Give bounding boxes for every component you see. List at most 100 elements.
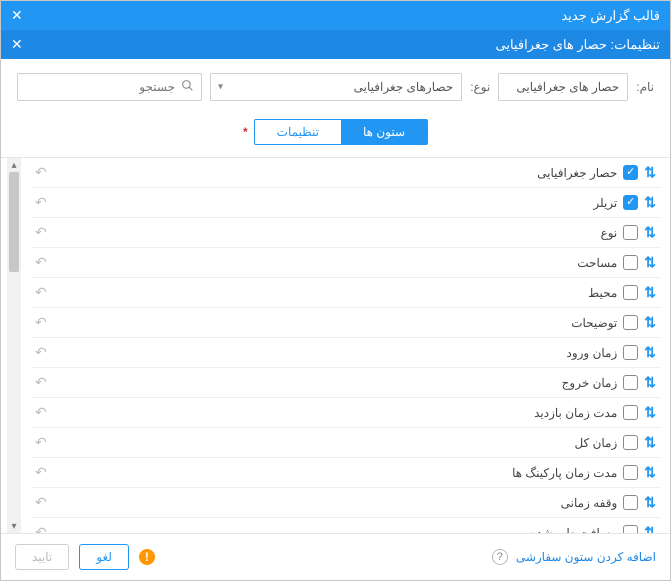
name-input[interactable]: [498, 73, 628, 101]
form-row: نام: نوع: حصارهای جغرافیایی ▾: [1, 59, 670, 111]
close-icon[interactable]: ✕: [11, 7, 23, 24]
column-checkbox[interactable]: [623, 405, 638, 420]
modal-titlebar: قالب گزارش جدید ✕: [1, 1, 670, 30]
drag-handle-icon[interactable]: ⇅: [644, 254, 656, 271]
column-checkbox[interactable]: [623, 495, 638, 510]
tab-columns[interactable]: ستون ها: [341, 120, 427, 144]
column-row: ⇅ مساحت ↶: [31, 248, 660, 278]
undo-icon[interactable]: ↶: [35, 344, 47, 361]
close-settings-icon[interactable]: ✕: [11, 36, 23, 53]
drag-handle-icon[interactable]: ⇅: [644, 374, 656, 391]
scroll-down-icon[interactable]: ▾: [7, 519, 21, 533]
type-label: نوع:: [470, 80, 490, 94]
search-icon: [181, 79, 194, 95]
cancel-button[interactable]: لغو: [79, 544, 129, 570]
search-input[interactable]: [17, 73, 202, 101]
drag-handle-icon[interactable]: ⇅: [644, 524, 656, 533]
columns-list: ⇅ حصار جغرافیایی ↶ ⇅ تریلر ↶ ⇅ نوع ↶ ⇅ مساحت ↶ ⇅ محیط…: [23, 158, 668, 533]
column-label: زمان ورود: [567, 346, 618, 360]
column-label: حصار جغرافیایی: [537, 166, 617, 180]
drag-handle-icon[interactable]: ⇅: [644, 344, 656, 361]
column-row: ⇅ حصار جغرافیایی ↶: [31, 158, 660, 188]
columns-area: ⇅ حصار جغرافیایی ↶ ⇅ تریلر ↶ ⇅ نوع ↶ ⇅ مساحت ↶ ⇅ محیط…: [1, 157, 670, 533]
drag-handle-icon[interactable]: ⇅: [644, 494, 656, 511]
column-row: ⇅ مدت زمان پارکینگ ها ↶: [31, 458, 660, 488]
required-indicator: *: [243, 125, 248, 139]
column-row: ⇅ تریلر ↶: [31, 188, 660, 218]
column-label: محیط: [588, 286, 617, 300]
column-checkbox[interactable]: [623, 165, 638, 180]
drag-handle-icon[interactable]: ⇅: [644, 224, 656, 241]
drag-handle-icon[interactable]: ⇅: [644, 284, 656, 301]
tab-group: ستون ها تنظیمات: [254, 119, 428, 145]
footer-left: ! لغو تایید: [15, 544, 155, 570]
column-checkbox[interactable]: [623, 435, 638, 450]
undo-icon[interactable]: ↶: [35, 434, 47, 451]
scroll-thumb[interactable]: [9, 172, 19, 272]
undo-icon[interactable]: ↶: [35, 254, 47, 271]
confirm-button[interactable]: تایید: [15, 544, 69, 570]
column-row: ⇅ محیط ↶: [31, 278, 660, 308]
column-checkbox[interactable]: [623, 315, 638, 330]
column-label: وقفه زمانی: [561, 496, 618, 510]
help-icon[interactable]: ?: [492, 549, 508, 565]
tabs: ستون ها تنظیمات *: [1, 111, 670, 157]
drag-handle-icon[interactable]: ⇅: [644, 194, 656, 211]
column-label: نوع: [601, 226, 618, 240]
modal-subtitlebar: تنظیمات: حصار های جغرافیایی ✕: [1, 30, 670, 59]
column-checkbox[interactable]: [623, 525, 638, 533]
column-row: ⇅ توضیحات ↶: [31, 308, 660, 338]
column-row: ⇅ زمان خروج ↶: [31, 368, 660, 398]
column-checkbox[interactable]: [623, 285, 638, 300]
scroll-up-icon[interactable]: ▴: [7, 158, 21, 172]
column-checkbox[interactable]: [623, 375, 638, 390]
warning-icon: !: [139, 549, 155, 565]
tab-settings[interactable]: تنظیمات: [255, 120, 341, 144]
column-label: زمان کل: [574, 436, 617, 450]
column-row: ⇅ نوع ↶: [31, 218, 660, 248]
undo-icon[interactable]: ↶: [35, 464, 47, 481]
column-row: ⇅ مدت زمان بازدید ↶: [31, 398, 660, 428]
modal-subtitle: تنظیمات: حصار های جغرافیایی: [496, 37, 660, 53]
undo-icon[interactable]: ↶: [35, 524, 47, 533]
undo-icon[interactable]: ↶: [35, 194, 47, 211]
type-select[interactable]: حصارهای جغرافیایی: [210, 73, 462, 101]
column-row: ⇅ مسافت طی شده ↶: [31, 518, 660, 533]
column-label: تریلر: [593, 196, 617, 210]
undo-icon[interactable]: ↶: [35, 164, 47, 181]
report-template-modal: قالب گزارش جدید ✕ تنظیمات: حصار های جغرا…: [0, 0, 671, 581]
column-label: مساحت: [577, 256, 617, 270]
column-checkbox[interactable]: [623, 255, 638, 270]
column-checkbox[interactable]: [623, 225, 638, 240]
drag-handle-icon[interactable]: ⇅: [644, 314, 656, 331]
drag-handle-icon[interactable]: ⇅: [644, 464, 656, 481]
drag-handle-icon[interactable]: ⇅: [644, 404, 656, 421]
add-custom-column-button[interactable]: اضافه کردن ستون سفارشی: [516, 550, 656, 564]
drag-handle-icon[interactable]: ⇅: [644, 164, 656, 181]
search-wrap: [17, 73, 202, 101]
undo-icon[interactable]: ↶: [35, 284, 47, 301]
scrollbar[interactable]: ▴ ▾: [7, 158, 21, 533]
column-label: مسافت طی شده: [530, 526, 617, 534]
undo-icon[interactable]: ↶: [35, 314, 47, 331]
drag-handle-icon[interactable]: ⇅: [644, 434, 656, 451]
type-select-wrap: حصارهای جغرافیایی ▾: [210, 73, 462, 101]
footer-right: اضافه کردن ستون سفارشی ?: [492, 549, 656, 565]
column-row: ⇅ وقفه زمانی ↶: [31, 488, 660, 518]
column-label: توضیحات: [571, 316, 617, 330]
column-label: مدت زمان پارکینگ ها: [512, 466, 617, 480]
footer: اضافه کردن ستون سفارشی ? ! لغو تایید: [1, 533, 670, 580]
column-checkbox[interactable]: [623, 345, 638, 360]
modal-title: قالب گزارش جدید: [561, 8, 660, 24]
name-label: نام:: [636, 80, 654, 94]
column-row: ⇅ زمان ورود ↶: [31, 338, 660, 368]
undo-icon[interactable]: ↶: [35, 494, 47, 511]
undo-icon[interactable]: ↶: [35, 404, 47, 421]
column-checkbox[interactable]: [623, 465, 638, 480]
column-checkbox[interactable]: [623, 195, 638, 210]
column-label: زمان خروج: [562, 376, 618, 390]
column-label: مدت زمان بازدید: [534, 406, 617, 420]
undo-icon[interactable]: ↶: [35, 224, 47, 241]
column-row: ⇅ زمان کل ↶: [31, 428, 660, 458]
undo-icon[interactable]: ↶: [35, 374, 47, 391]
